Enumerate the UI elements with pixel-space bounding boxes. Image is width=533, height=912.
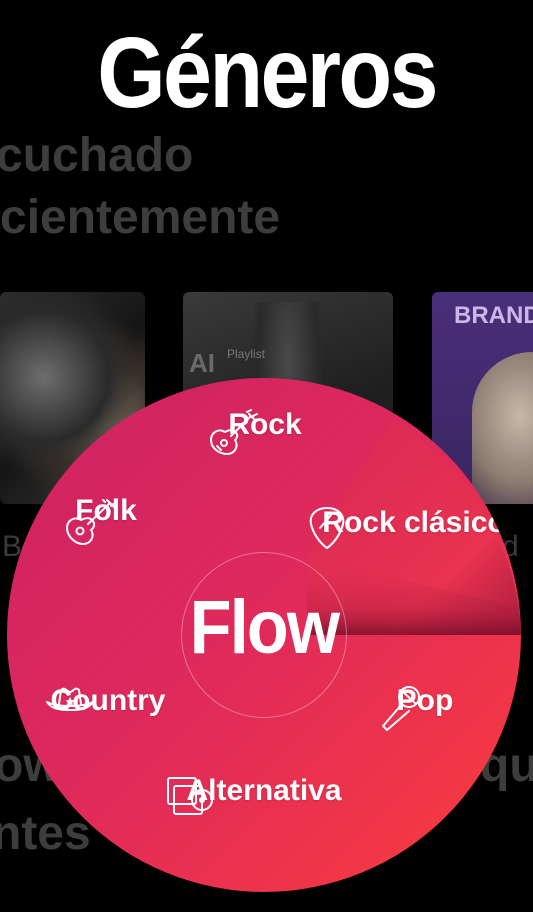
page-title: Géneros: [97, 17, 438, 129]
genre-country[interactable]: Country: [43, 684, 173, 718]
cowboy-hat-icon: [46, 687, 94, 711]
section-heading-fragment: cientemente: [0, 191, 281, 244]
cover-text: BRAND: [454, 302, 533, 329]
cover-text: Playlist: [227, 347, 266, 361]
acoustic-guitar-icon: [66, 499, 116, 545]
section-heading-fragment: cuchado: [0, 129, 194, 182]
guitar-pick-icon: [309, 506, 345, 550]
genre-rock-clasico[interactable]: Rock clásico: [307, 506, 521, 550]
genre-wheel: Flow Rock Rock clásico Pop Alternativa C…: [7, 378, 521, 892]
microphone-icon: [382, 686, 420, 731]
genre-alternativa[interactable]: Alternativa: [164, 774, 364, 815]
genre-rock[interactable]: Rock: [205, 408, 325, 455]
genre-folk[interactable]: Folk: [61, 494, 151, 545]
genre-pop[interactable]: Pop: [375, 684, 475, 731]
cover-text: AI: [189, 348, 215, 378]
guitar-icon: [210, 409, 258, 455]
flow-logo[interactable]: Flow: [33, 584, 496, 671]
albums-icon: [167, 777, 213, 815]
